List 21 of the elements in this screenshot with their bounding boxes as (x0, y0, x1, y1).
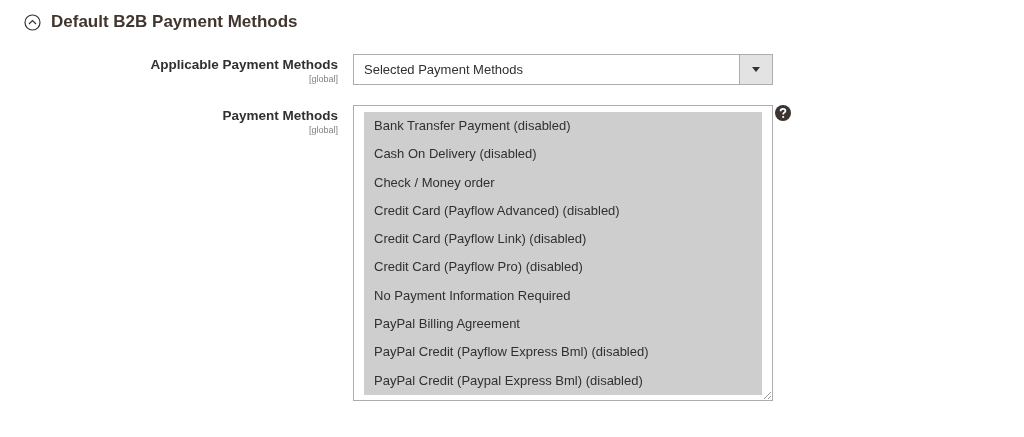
option-item[interactable]: No Payment Information Required (364, 281, 762, 311)
option-item[interactable]: PayPal Billing Agreement (364, 310, 762, 339)
caret-icon (752, 67, 760, 72)
select-dropdown[interactable]: Selected Payment Methods (353, 54, 773, 85)
option-item[interactable]: Bank Transfer Payment (disabled) (364, 112, 762, 141)
help-icon[interactable] (775, 105, 791, 121)
field-label: Payment Methods (222, 108, 338, 123)
resize-grip-icon[interactable] (763, 391, 771, 399)
multiselect-list[interactable] (353, 105, 773, 401)
option-item[interactable]: PayPal Credit (Paypal Express Bml) (disabled) (364, 366, 762, 395)
option-item[interactable]: Credit Card (Payflow Link) (disabled) (364, 225, 762, 254)
scope-label: [global] (308, 125, 338, 135)
option-item[interactable]: Cash On Delivery (disabled) (364, 140, 762, 169)
section-title[interactable]: Default B2B Payment Methods (51, 12, 298, 32)
option-item[interactable]: Credit Card (Payflow Advanced) (disabled) (364, 196, 762, 226)
field-label: Applicable Payment Methods (150, 57, 338, 72)
collapse-icon[interactable] (24, 13, 41, 31)
option-item[interactable]: Check / Money order (364, 168, 762, 197)
option-item[interactable]: Credit Card (Payflow Pro) (disabled) (364, 253, 762, 282)
option-item[interactable]: PayPal Credit (Payflow Express Bml) (disabled) (364, 338, 762, 367)
scope-label: [global] (308, 74, 338, 84)
